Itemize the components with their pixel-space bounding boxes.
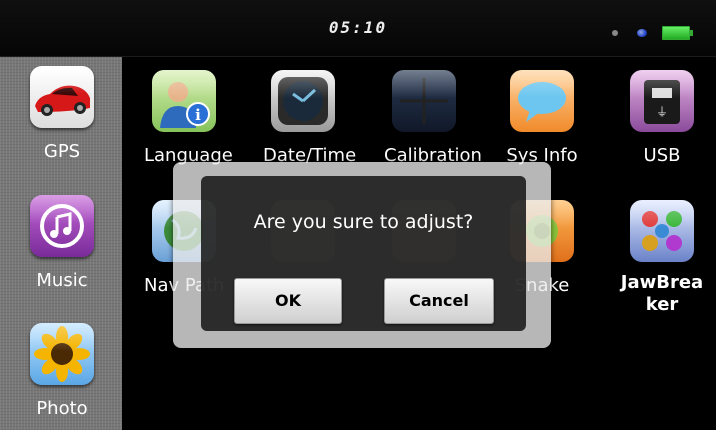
app-date-time[interactable]: Date/Time [263, 70, 356, 166]
jawbreaker-icon [630, 200, 694, 262]
status-bar: 05:10 [0, 0, 716, 57]
app-calibration[interactable]: Calibration [384, 70, 482, 166]
app-language[interactable]: i Language [144, 70, 233, 166]
sidebar-item-music[interactable]: Music [22, 195, 102, 291]
clock-time: 05:10 [328, 18, 388, 37]
sidebar-item-label: Photo [36, 398, 88, 419]
person-info-icon: i [152, 70, 216, 132]
app-label: USB [643, 145, 681, 166]
svg-text:i: i [195, 106, 201, 124]
battery-icon [662, 26, 693, 40]
app-label: JawBreaker [620, 272, 704, 315]
sidebar-item-photo[interactable]: Photo [22, 323, 102, 419]
clock-icon [271, 70, 335, 132]
dialog-message: Are you sure to adjust? [253, 211, 474, 233]
svg-text:⏚: ⏚ [656, 105, 668, 119]
sidebar-item-label: GPS [43, 141, 81, 162]
crosshair-icon [392, 70, 456, 132]
ok-button[interactable]: OK [234, 278, 342, 324]
usb-drive-icon: ⏚ [630, 70, 694, 132]
sidebar-item-gps[interactable]: GPS [22, 66, 102, 162]
app-jawbreaker[interactable]: JawBreaker [620, 200, 704, 316]
cancel-button[interactable]: Cancel [384, 278, 494, 324]
sunflower-icon [30, 323, 94, 385]
status-dot-icon [612, 30, 618, 36]
sidebar-item-label: Music [36, 270, 88, 291]
bluetooth-indicator-icon [637, 29, 647, 37]
app-usb[interactable]: ⏚ USB [622, 70, 702, 166]
car-icon [30, 66, 94, 128]
speech-bubble-icon [510, 70, 574, 132]
app-sys-info[interactable]: Sys Info [502, 70, 582, 166]
music-note-icon [30, 195, 94, 257]
